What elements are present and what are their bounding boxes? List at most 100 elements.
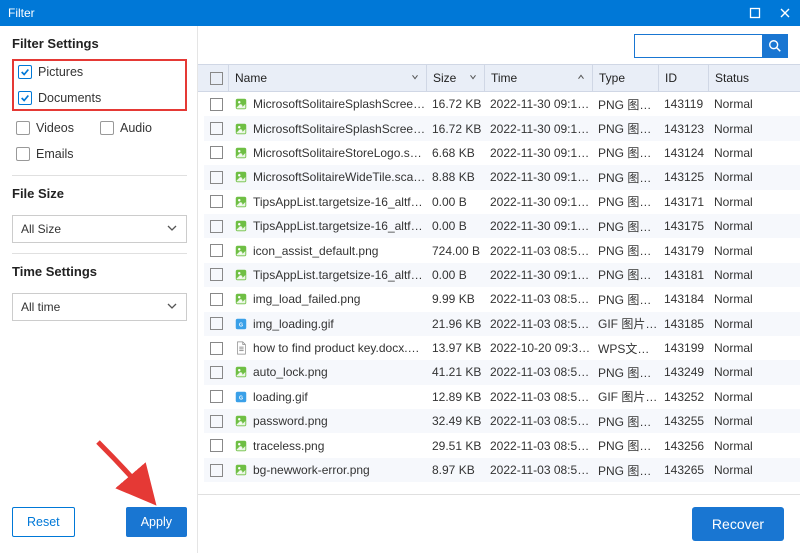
table-row[interactable]: TipsAppList.targetsize-16_altform-lightu… — [204, 214, 800, 238]
row-checkbox[interactable] — [210, 98, 223, 111]
file-size: 21.96 KB — [426, 317, 484, 331]
file-size-title: File Size — [12, 186, 187, 201]
file-name: img_loading.gif — [253, 317, 334, 331]
file-type: PNG 图片文 — [592, 193, 658, 210]
file-size: 8.88 KB — [426, 170, 484, 184]
file-type: GIF 图片文件 — [592, 388, 658, 405]
column-header-name[interactable]: Name — [228, 65, 426, 91]
table-row[interactable]: MicrosoftSolitaireStoreLogo.scale-100.p6… — [204, 141, 800, 165]
checkbox-audio[interactable]: Audio — [100, 121, 152, 135]
file-size: 29.51 KB — [426, 439, 484, 453]
table-row[interactable]: TipsAppList.targetsize-16_altform-lightu… — [204, 190, 800, 214]
recover-button[interactable]: Recover — [692, 507, 784, 541]
table-row[interactable]: TipsAppList.targetsize-16_altform-lightu… — [204, 263, 800, 287]
dropdown-value: All time — [21, 300, 60, 314]
window-controls — [740, 0, 800, 26]
file-type: PNG 图片文 — [592, 96, 658, 113]
file-type-icon — [234, 219, 248, 233]
search-input[interactable] — [634, 34, 762, 58]
file-name: img_load_failed.png — [253, 292, 360, 306]
row-checkbox[interactable] — [210, 317, 223, 330]
table-row[interactable]: icon_assist_default.png724.00 B2022-11-0… — [204, 238, 800, 262]
column-label: Name — [235, 71, 267, 85]
table-row[interactable]: how to find product key.docx.41AA8D4013.… — [204, 336, 800, 360]
column-header-time[interactable]: Time — [484, 65, 592, 91]
time-settings-dropdown[interactable]: All time — [12, 293, 187, 321]
table-row[interactable]: auto_lock.png41.21 KB2022-11-03 08:58:18… — [204, 360, 800, 384]
file-size: 8.97 KB — [426, 463, 484, 477]
column-header-size[interactable]: Size — [426, 65, 484, 91]
file-type: PNG 图片文 — [592, 144, 658, 161]
table-row[interactable]: MicrosoftSolitaireSplashScreen.scale-100… — [204, 92, 800, 116]
column-header-select[interactable] — [204, 65, 228, 91]
file-type-icon — [234, 97, 248, 111]
file-time: 2022-11-03 08:58:18 — [484, 390, 592, 404]
divider — [12, 253, 187, 254]
search-icon — [768, 39, 782, 53]
row-checkbox[interactable] — [210, 293, 223, 306]
file-type-icon — [234, 170, 248, 184]
file-name: auto_lock.png — [253, 365, 328, 379]
file-status: Normal — [708, 244, 766, 258]
search-box — [634, 34, 788, 58]
checkbox-videos[interactable]: Videos — [16, 121, 74, 135]
file-time: 2022-10-20 09:37:16 — [484, 341, 592, 355]
file-type: GIF 图片文件 — [592, 315, 658, 332]
table-row[interactable]: MicrosoftSolitaireSplashScreen.scale-100… — [204, 116, 800, 140]
row-checkbox[interactable] — [210, 195, 223, 208]
row-checkbox[interactable] — [210, 464, 223, 477]
file-time: 2022-11-03 08:58:18 — [484, 365, 592, 379]
checkbox-emails[interactable]: Emails — [16, 147, 74, 161]
row-checkbox[interactable] — [210, 220, 223, 233]
row-checkbox[interactable] — [210, 122, 223, 135]
file-time: 2022-11-30 09:17:49 — [484, 268, 592, 282]
column-header-type[interactable]: Type — [592, 65, 658, 91]
search-button[interactable] — [762, 34, 788, 58]
row-checkbox[interactable] — [210, 146, 223, 159]
reset-button[interactable]: Reset — [12, 507, 75, 537]
row-checkbox[interactable] — [210, 366, 223, 379]
checkbox-documents[interactable]: Documents — [18, 91, 101, 105]
file-type: PNG 图片文 — [592, 218, 658, 235]
file-size-dropdown[interactable]: All Size — [12, 215, 187, 243]
maximize-button[interactable] — [740, 0, 770, 26]
file-type-icon — [234, 414, 248, 428]
file-id: 143185 — [658, 317, 708, 331]
button-label: Recover — [712, 516, 764, 532]
chevron-down-icon — [166, 222, 178, 237]
row-checkbox[interactable] — [210, 390, 223, 403]
file-type-icon — [234, 268, 248, 282]
filter-settings-title: Filter Settings — [12, 36, 187, 51]
row-checkbox[interactable] — [210, 171, 223, 184]
chevron-down-icon — [166, 300, 178, 315]
file-type: PNG 图片文 — [592, 120, 658, 137]
file-name: TipsAppList.targetsize-16_altform-lightu — [253, 195, 426, 209]
file-status: Normal — [708, 317, 766, 331]
file-type: PNG 图片文 — [592, 462, 658, 479]
main-panel: Name Size Time Type ID Status MicrosoftS… — [198, 26, 800, 553]
row-checkbox[interactable] — [210, 244, 223, 257]
row-checkbox[interactable] — [210, 439, 223, 452]
file-id: 143171 — [658, 195, 708, 209]
table-row[interactable]: MicrosoftSolitaireWideTile.scale-100.png… — [204, 165, 800, 189]
row-checkbox[interactable] — [210, 342, 223, 355]
column-header-id[interactable]: ID — [658, 65, 708, 91]
table-row[interactable]: img_load_failed.png9.99 KB2022-11-03 08:… — [204, 287, 800, 311]
table-row[interactable]: traceless.png29.51 KB2022-11-03 08:58:18… — [204, 433, 800, 457]
row-checkbox[interactable] — [210, 268, 223, 281]
file-type: PNG 图片文 — [592, 437, 658, 454]
table-row[interactable]: img_loading.gif21.96 KB2022-11-03 08:58:… — [204, 312, 800, 336]
table-row[interactable]: password.png32.49 KB2022-11-03 08:58:18P… — [204, 409, 800, 433]
table-row[interactable]: bg-newwork-error.png8.97 KB2022-11-03 08… — [204, 458, 800, 482]
divider — [12, 175, 187, 176]
column-header-status[interactable]: Status — [708, 65, 766, 91]
close-button[interactable] — [770, 0, 800, 26]
file-time: 2022-11-03 08:58:18 — [484, 292, 592, 306]
file-type: PNG 图片文 — [592, 266, 658, 283]
file-size: 6.68 KB — [426, 146, 484, 160]
row-checkbox[interactable] — [210, 415, 223, 428]
checkbox-pictures[interactable]: Pictures — [18, 65, 83, 79]
file-time: 2022-11-30 09:17:54 — [484, 122, 592, 136]
checkbox-label: Videos — [36, 121, 74, 135]
table-row[interactable]: loading.gif12.89 KB2022-11-03 08:58:18GI… — [204, 385, 800, 409]
